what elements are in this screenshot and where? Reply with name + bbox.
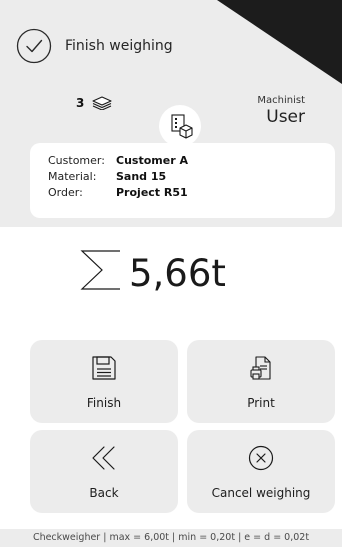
back-button-label: Back (89, 486, 119, 500)
cancel-circle-icon (248, 445, 274, 471)
finish-button[interactable]: Finish (30, 340, 178, 423)
order-label: Order: (48, 185, 83, 199)
print-button-label: Print (247, 396, 275, 410)
info-row-customer: Customer: Customer A (48, 152, 188, 168)
machinist-label: Machinist (257, 95, 305, 106)
order-badge (159, 105, 201, 147)
customer-value: Customer A (116, 153, 188, 167)
load-count-value: 3 (76, 96, 85, 110)
layers-icon (92, 96, 112, 110)
customer-label: Customer: (48, 153, 105, 167)
print-button[interactable]: Print (187, 340, 335, 423)
order-info: Customer: Customer A Material: Sand 15 O… (48, 152, 188, 200)
finish-weighing-header[interactable]: Finish weighing (16, 22, 246, 70)
total-weight: 5,66t (78, 248, 226, 292)
back-button[interactable]: Back (30, 430, 178, 513)
cancel-weighing-button-label: Cancel weighing (211, 486, 311, 500)
scale-info-footer: Checkweigher | max = 6,00t | min = 0,20t… (0, 529, 342, 547)
info-row-material: Material: Sand 15 (48, 168, 188, 184)
order-value: Project R51 (116, 185, 188, 199)
save-icon (92, 356, 116, 380)
machinist-value: User (266, 107, 305, 127)
header-title: Finish weighing (65, 38, 173, 54)
material-value: Sand 15 (116, 169, 167, 183)
boxes-icon (171, 114, 193, 139)
info-row-order: Order: Project R51 (48, 184, 188, 200)
finish-button-label: Finish (86, 396, 122, 410)
material-label: Material: (48, 169, 97, 183)
chevrons-left-icon (92, 446, 115, 470)
machinist-info: Machinist User (257, 95, 305, 127)
total-weight-value: 5,66t (129, 252, 226, 295)
print-icon (250, 356, 271, 380)
cancel-weighing-button[interactable]: Cancel weighing (187, 430, 335, 513)
load-count: 3 (76, 96, 113, 110)
sigma-icon (80, 250, 120, 290)
check-circle-icon (16, 28, 52, 64)
